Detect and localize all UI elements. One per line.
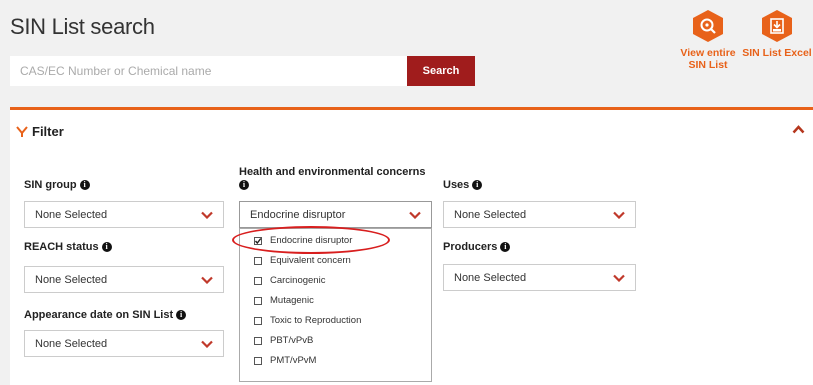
page-title: SIN List search	[10, 14, 155, 39]
sin-group-value: None Selected	[35, 208, 108, 221]
sin-list-excel-link[interactable]: SIN List Excel	[742, 10, 812, 59]
chevron-down-icon	[613, 211, 625, 219]
view-entire-label-line1: View entire	[680, 47, 736, 59]
search-button[interactable]: Search	[407, 56, 475, 86]
chevron-down-icon	[201, 211, 213, 219]
info-icon[interactable]: i	[101, 242, 112, 252]
option-equivalent-concern[interactable]: Equivalent concern	[254, 255, 351, 266]
info-icon[interactable]: i	[472, 180, 483, 190]
chevron-down-icon	[201, 276, 213, 284]
checkbox[interactable]	[254, 296, 262, 305]
chevron-down-icon	[409, 211, 421, 219]
filter-title: Filter	[32, 124, 64, 139]
filter-panel: Filter SIN group i None Selected REACH st…	[10, 110, 813, 385]
highlight-ring	[232, 226, 390, 254]
view-entire-label-line2: SIN List	[688, 59, 728, 71]
chevron-down-icon	[201, 340, 213, 348]
uses-value: None Selected	[454, 208, 527, 221]
reach-status-value: None Selected	[35, 273, 108, 286]
sin-group-select[interactable]: None Selected	[24, 201, 224, 228]
magnifier-icon	[693, 10, 723, 42]
checkbox[interactable]	[254, 256, 262, 265]
chevron-up-icon[interactable]	[792, 124, 805, 134]
view-entire-sin-list-link[interactable]: View entire SIN List	[673, 10, 743, 71]
checkbox[interactable]	[254, 336, 262, 345]
option-carcinogenic[interactable]: Carcinogenic	[254, 275, 325, 286]
info-icon[interactable]: i	[176, 310, 187, 320]
excel-download-icon	[762, 10, 792, 42]
concerns-value: Endocrine disruptor	[250, 208, 346, 221]
info-icon[interactable]: i	[79, 180, 90, 190]
filter-header[interactable]: Filter	[16, 124, 64, 139]
option-pmt-vpvm[interactable]: PMT/vPvM	[254, 355, 316, 366]
chevron-down-icon	[613, 274, 625, 282]
appearance-date-value: None Selected	[35, 337, 108, 350]
concerns-select[interactable]: Endocrine disruptor	[239, 201, 432, 228]
option-pbt-vpvb[interactable]: PBT/vPvB	[254, 335, 313, 346]
checkbox[interactable]	[254, 356, 262, 365]
info-icon[interactable]: i	[239, 180, 249, 190]
option-mutagenic[interactable]: Mutagenic	[254, 295, 314, 306]
checkbox[interactable]	[254, 316, 262, 325]
uses-label: Uses i	[443, 179, 483, 192]
filter-icon	[16, 125, 28, 137]
uses-select[interactable]: None Selected	[443, 201, 636, 228]
appearance-date-select[interactable]: None Selected	[24, 330, 224, 357]
concerns-label: Health and environmental concerns i	[239, 166, 426, 190]
appearance-date-label: Appearance date on SIN List i	[24, 309, 187, 322]
sin-group-label: SIN group i	[24, 179, 90, 192]
search-input[interactable]	[10, 56, 407, 86]
checkbox[interactable]	[254, 276, 262, 285]
reach-status-label: REACH status i	[24, 241, 112, 254]
reach-status-select[interactable]: None Selected	[24, 266, 224, 293]
sin-list-excel-label: SIN List Excel	[742, 47, 812, 59]
producers-label: Producers i	[443, 241, 511, 254]
option-toxic-to-reproduction[interactable]: Toxic to Reproduction	[254, 315, 361, 326]
producers-select[interactable]: None Selected	[443, 264, 636, 291]
producers-value: None Selected	[454, 271, 527, 284]
info-icon[interactable]: i	[500, 242, 511, 252]
